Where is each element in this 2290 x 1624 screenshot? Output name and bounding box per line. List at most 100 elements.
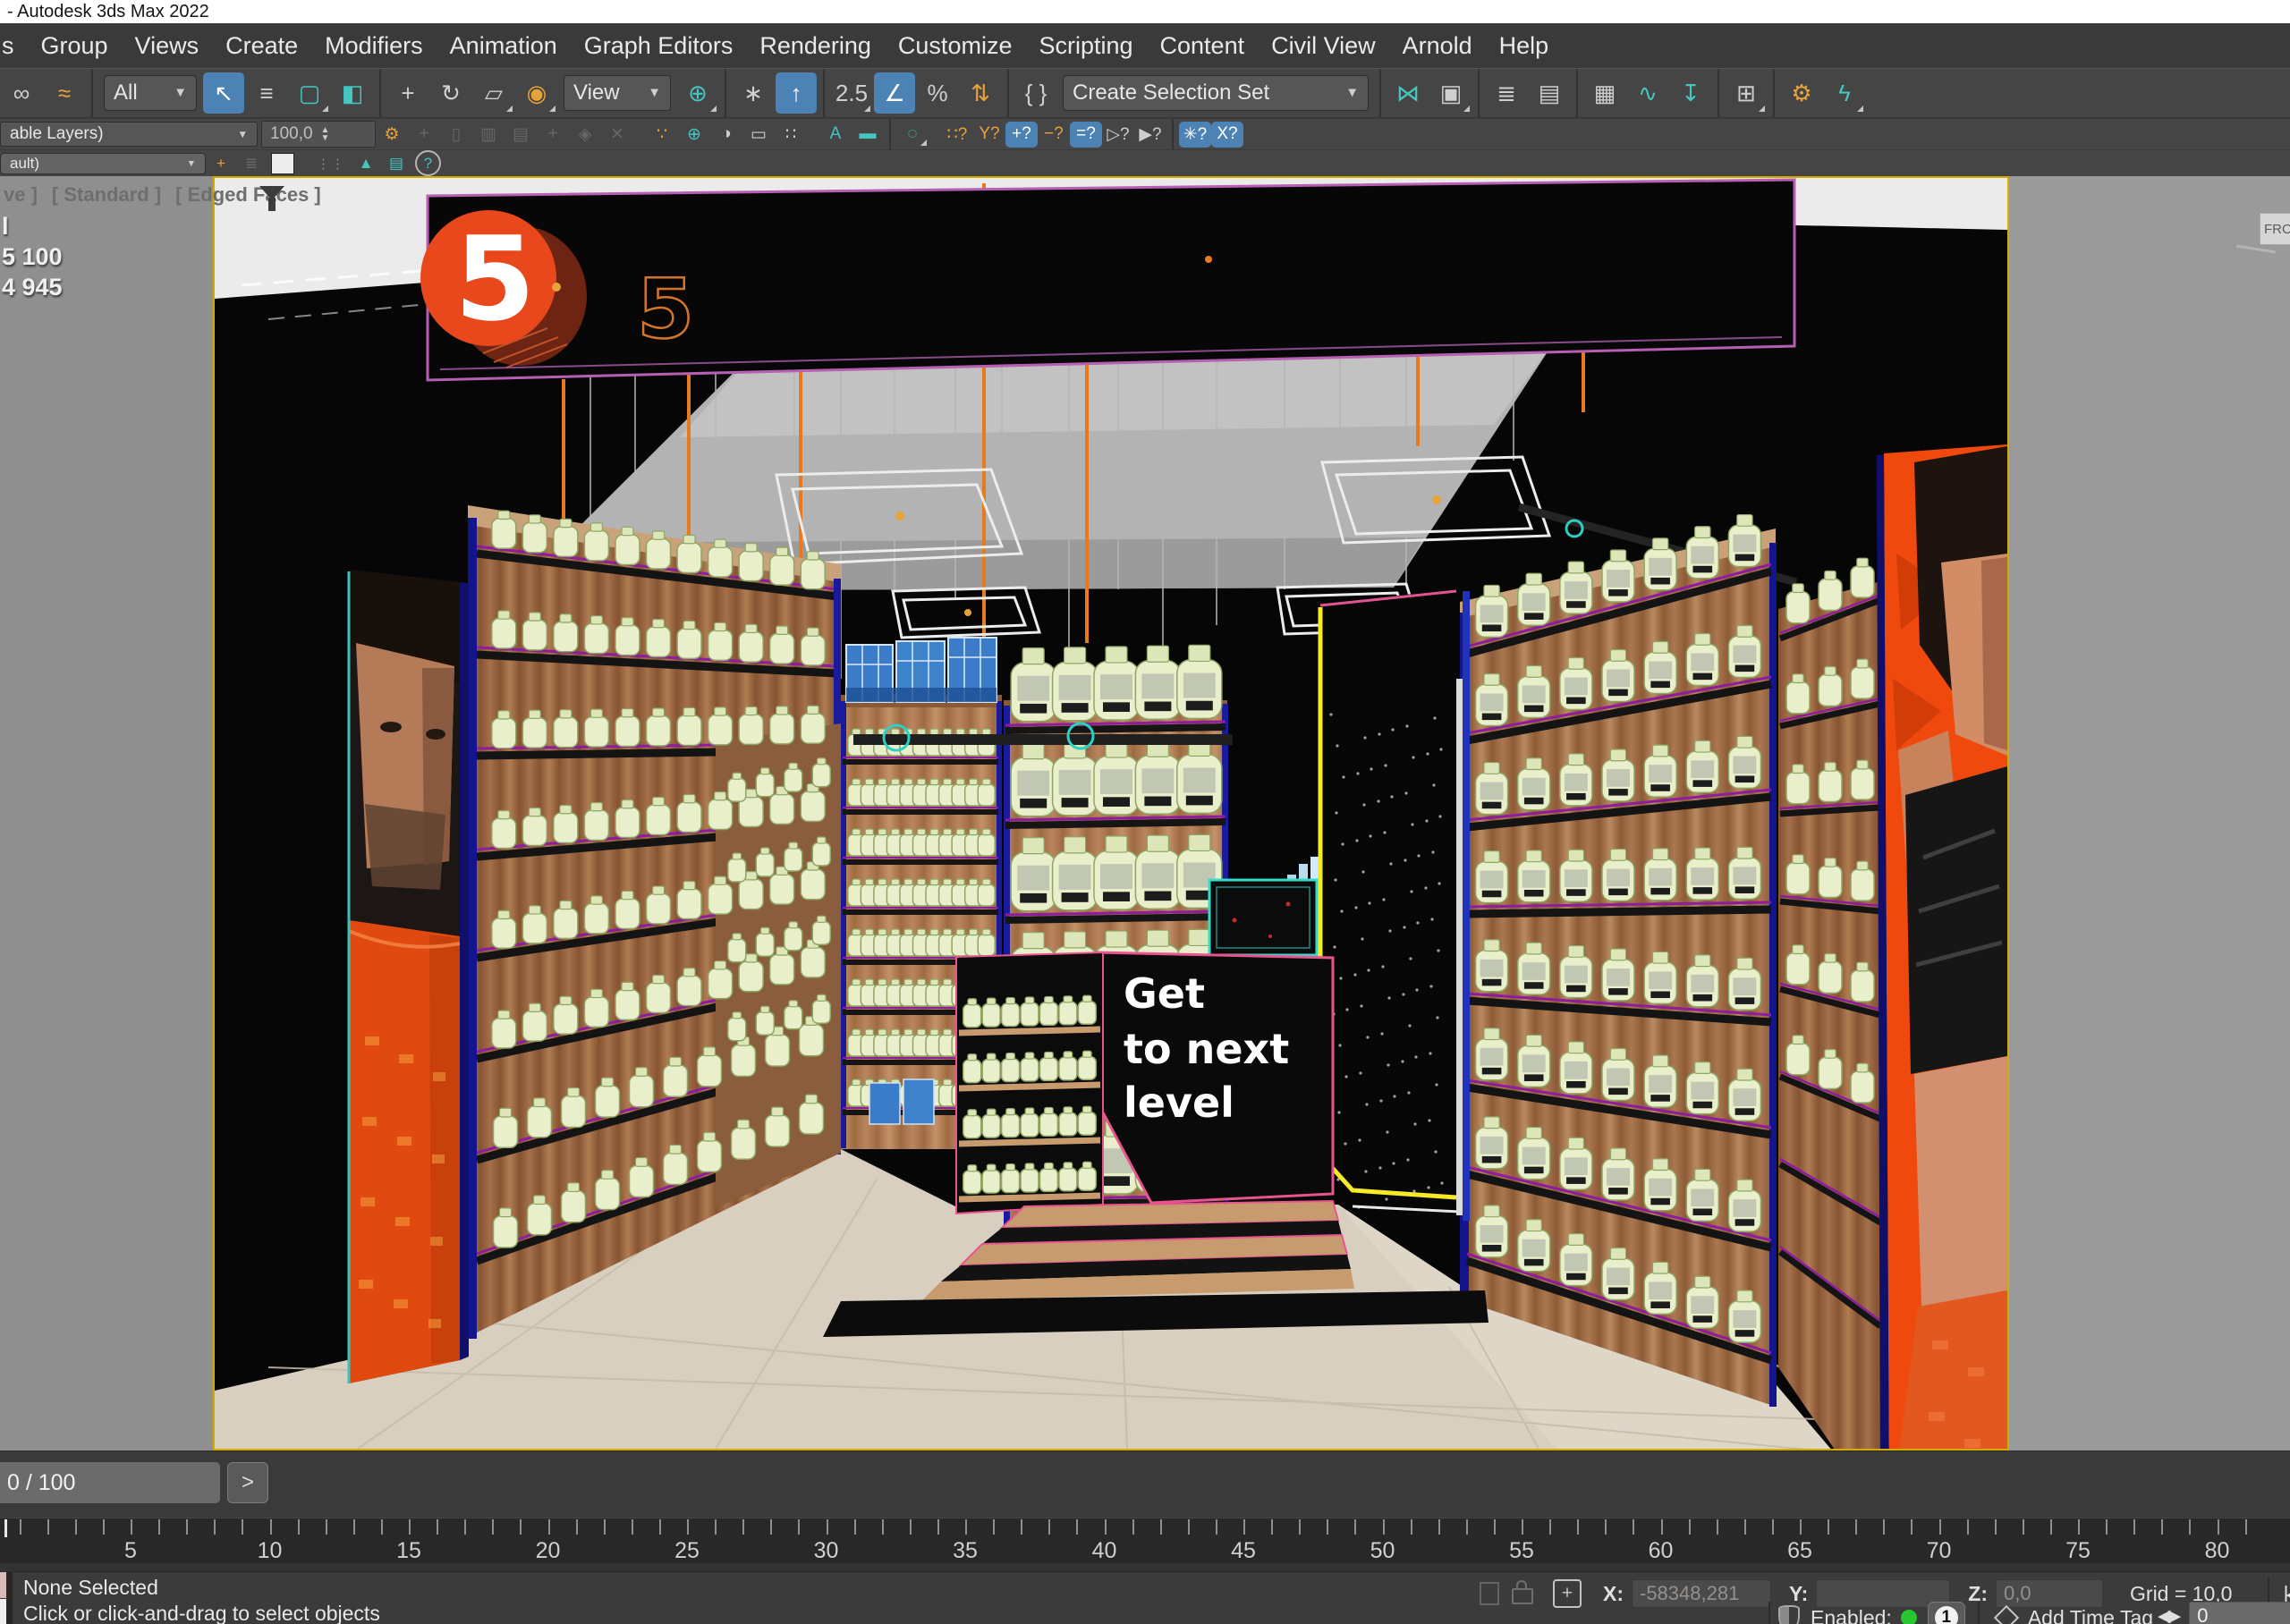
- disable-anim-layer-icon[interactable]: ✕: [601, 122, 633, 148]
- create-new-layer-icon[interactable]: +: [206, 152, 236, 174]
- frame-spinner-arrows[interactable]: ◀▶: [2158, 1606, 2178, 1624]
- object-color-swatch[interactable]: [271, 153, 294, 174]
- spinner-snap-icon[interactable]: ⇅: [960, 72, 1001, 114]
- right-viewport-strip[interactable]: [2009, 176, 2290, 1451]
- select-and-place-icon[interactable]: ◉: [516, 72, 557, 114]
- scene-notes-icon[interactable]: ▤: [381, 152, 411, 174]
- maxscript-listener-pane[interactable]: [0, 1599, 6, 1624]
- help-icon[interactable]: ?: [415, 150, 441, 176]
- select-object-icon[interactable]: ↖: [203, 72, 244, 114]
- transform-typein-icon[interactable]: +: [1553, 1579, 1582, 1608]
- measure-distance-icon[interactable]: ▬: [852, 122, 884, 148]
- edit-named-selection-sets-icon[interactable]: { }: [1015, 72, 1056, 114]
- menu-content[interactable]: Content: [1147, 32, 1259, 60]
- shade-selected-icon[interactable]: ◑: [710, 122, 742, 148]
- viewport-shading-label[interactable]: [ Standard ]: [52, 183, 161, 207]
- keyboard-override-icon[interactable]: ↑: [776, 72, 817, 114]
- layer-weight-spinner[interactable]: 100,0▲▼: [261, 121, 376, 148]
- track-bar[interactable]: 0 / 100 >: [0, 1451, 2290, 1518]
- point-snap-override-icon[interactable]: +?: [1005, 122, 1038, 148]
- menu-animation[interactable]: Animation: [437, 32, 571, 60]
- delete-anim-layer-icon[interactable]: ▯: [440, 122, 472, 148]
- perspective-viewport[interactable]: \: [213, 176, 2009, 1451]
- slider-snap-override-icon[interactable]: =?: [1070, 122, 1102, 148]
- select-and-rotate-icon[interactable]: ↻: [430, 72, 471, 114]
- circular-array-icon[interactable]: ◌: [896, 122, 929, 148]
- selection-lock-icon[interactable]: [1512, 1588, 1533, 1604]
- create-selection-set-dropdown[interactable]: Create Selection Set▼: [1063, 75, 1369, 111]
- percent-snap-icon[interactable]: %: [917, 72, 958, 114]
- window-crossing-icon[interactable]: ◧: [332, 72, 373, 114]
- scene-explorer-icon[interactable]: ≣: [1486, 72, 1527, 114]
- time-slider[interactable]: 0 / 100: [0, 1462, 220, 1503]
- selection-filter-dropdown[interactable]: All▼: [104, 75, 197, 111]
- menu-graph-editors[interactable]: Graph Editors: [571, 32, 747, 60]
- normal-snap-override-icon[interactable]: ▷?: [1102, 122, 1134, 148]
- filter-funnel-icon[interactable]: [259, 186, 284, 200]
- isolate-selection-icon[interactable]: [1480, 1582, 1499, 1605]
- schematic-view-icon[interactable]: ∿: [1627, 72, 1668, 114]
- grid-align-icon[interactable]: A: [819, 122, 852, 148]
- reference-coordinate-dropdown[interactable]: View▼: [564, 75, 671, 111]
- layer-stack-icon[interactable]: ≣: [236, 152, 267, 174]
- select-by-name-icon[interactable]: ≡: [246, 72, 287, 114]
- pivot-snap-override-icon[interactable]: Y?: [973, 122, 1005, 148]
- anim-layer-properties-icon[interactable]: ⚙: [376, 122, 408, 148]
- kiosk-counter[interactable]: Get to next level: [1096, 952, 1333, 1203]
- paste-anim-layer-icon[interactable]: ▤: [505, 122, 537, 148]
- current-frame-field[interactable]: 0: [2189, 1602, 2290, 1624]
- menu-arnold[interactable]: Arnold: [1389, 32, 1486, 60]
- curve-editor-icon[interactable]: ▦: [1584, 72, 1625, 114]
- menu-help[interactable]: Help: [1486, 32, 1563, 60]
- angle-snap-icon[interactable]: ∠: [874, 72, 915, 114]
- select-and-move-icon[interactable]: +: [387, 72, 428, 114]
- menu-group[interactable]: Group: [28, 32, 122, 60]
- render-setup-icon[interactable]: ↧: [1670, 72, 1711, 114]
- segment-snap-override-icon[interactable]: −?: [1038, 122, 1070, 148]
- spinner-arrows-icon[interactable]: ▲▼: [321, 126, 330, 142]
- mirror-icon[interactable]: ⋈: [1387, 72, 1429, 114]
- snap-toggle-icon[interactable]: 2.5: [831, 72, 872, 114]
- select-and-scale-icon[interactable]: ▱: [473, 72, 514, 114]
- timeline-ruler[interactable]: 5101520253035404550556065707580: [0, 1518, 2290, 1571]
- clear-snap-override-icon[interactable]: X?: [1211, 122, 1243, 148]
- viewcube-front-label[interactable]: FRON: [2260, 213, 2290, 245]
- menu-modifiers[interactable]: Modifiers: [311, 32, 437, 60]
- select-and-manipulate-icon[interactable]: ∗: [733, 72, 774, 114]
- menu-s[interactable]: s: [0, 32, 28, 60]
- clone-options-icon[interactable]: ▭: [742, 122, 775, 148]
- render-iterative-icon[interactable]: ϟ: [1824, 72, 1865, 114]
- render-production-icon[interactable]: ⚙: [1781, 72, 1822, 114]
- add-time-tag[interactable]: Add Time Tag: [2028, 1606, 2153, 1624]
- left-viewport-strip[interactable]: [0, 176, 213, 1451]
- layer-list-dropdown[interactable]: ault)▼: [0, 153, 206, 174]
- marker-points-icon[interactable]: ∵: [646, 122, 678, 148]
- viewport-edged-faces-label[interactable]: [ Edged Faces ]: [175, 183, 321, 207]
- select-and-link-icon[interactable]: ∞: [1, 72, 42, 114]
- face-snap-override-icon[interactable]: ▶?: [1134, 122, 1166, 148]
- menu-views[interactable]: Views: [122, 32, 213, 60]
- align-target-icon[interactable]: ⊕: [678, 122, 710, 148]
- bind-to-space-warp-icon[interactable]: ≈: [44, 72, 85, 114]
- freeze-snap-override-icon[interactable]: ✳?: [1179, 122, 1211, 148]
- macro-recorder-pane[interactable]: [0, 1572, 6, 1598]
- menu-scripting[interactable]: Scripting: [1025, 32, 1146, 60]
- shield-icon[interactable]: [1778, 1605, 1800, 1624]
- select-region-icon[interactable]: ▢: [289, 72, 330, 114]
- toolbar-drag-handle[interactable]: ⋮⋮: [317, 156, 345, 172]
- key-filter-button[interactable]: 1: [1928, 1602, 1965, 1624]
- menu-customize[interactable]: Customize: [885, 32, 1026, 60]
- menu-create[interactable]: Create: [212, 32, 311, 60]
- align-icon[interactable]: ▣: [1430, 72, 1472, 114]
- pixel-grid-icon[interactable]: ∷: [775, 122, 807, 148]
- next-frame-step-button[interactable]: >: [227, 1462, 268, 1503]
- menu-rendering[interactable]: Rendering: [746, 32, 885, 60]
- grid-snap-override-icon[interactable]: ∷?: [941, 122, 973, 148]
- paste-new-layer-icon[interactable]: +: [537, 122, 569, 148]
- viewport-name-fragment[interactable]: ve ]: [4, 183, 38, 207]
- material-editor-icon[interactable]: ⊞: [1726, 72, 1767, 114]
- anim-layers-dropdown[interactable]: able Layers)▼: [0, 122, 258, 147]
- use-pivot-center-icon[interactable]: ⊕: [677, 72, 718, 114]
- select-objects-in-layer-icon[interactable]: +: [408, 122, 440, 148]
- populate-icon[interactable]: ▲: [351, 152, 381, 174]
